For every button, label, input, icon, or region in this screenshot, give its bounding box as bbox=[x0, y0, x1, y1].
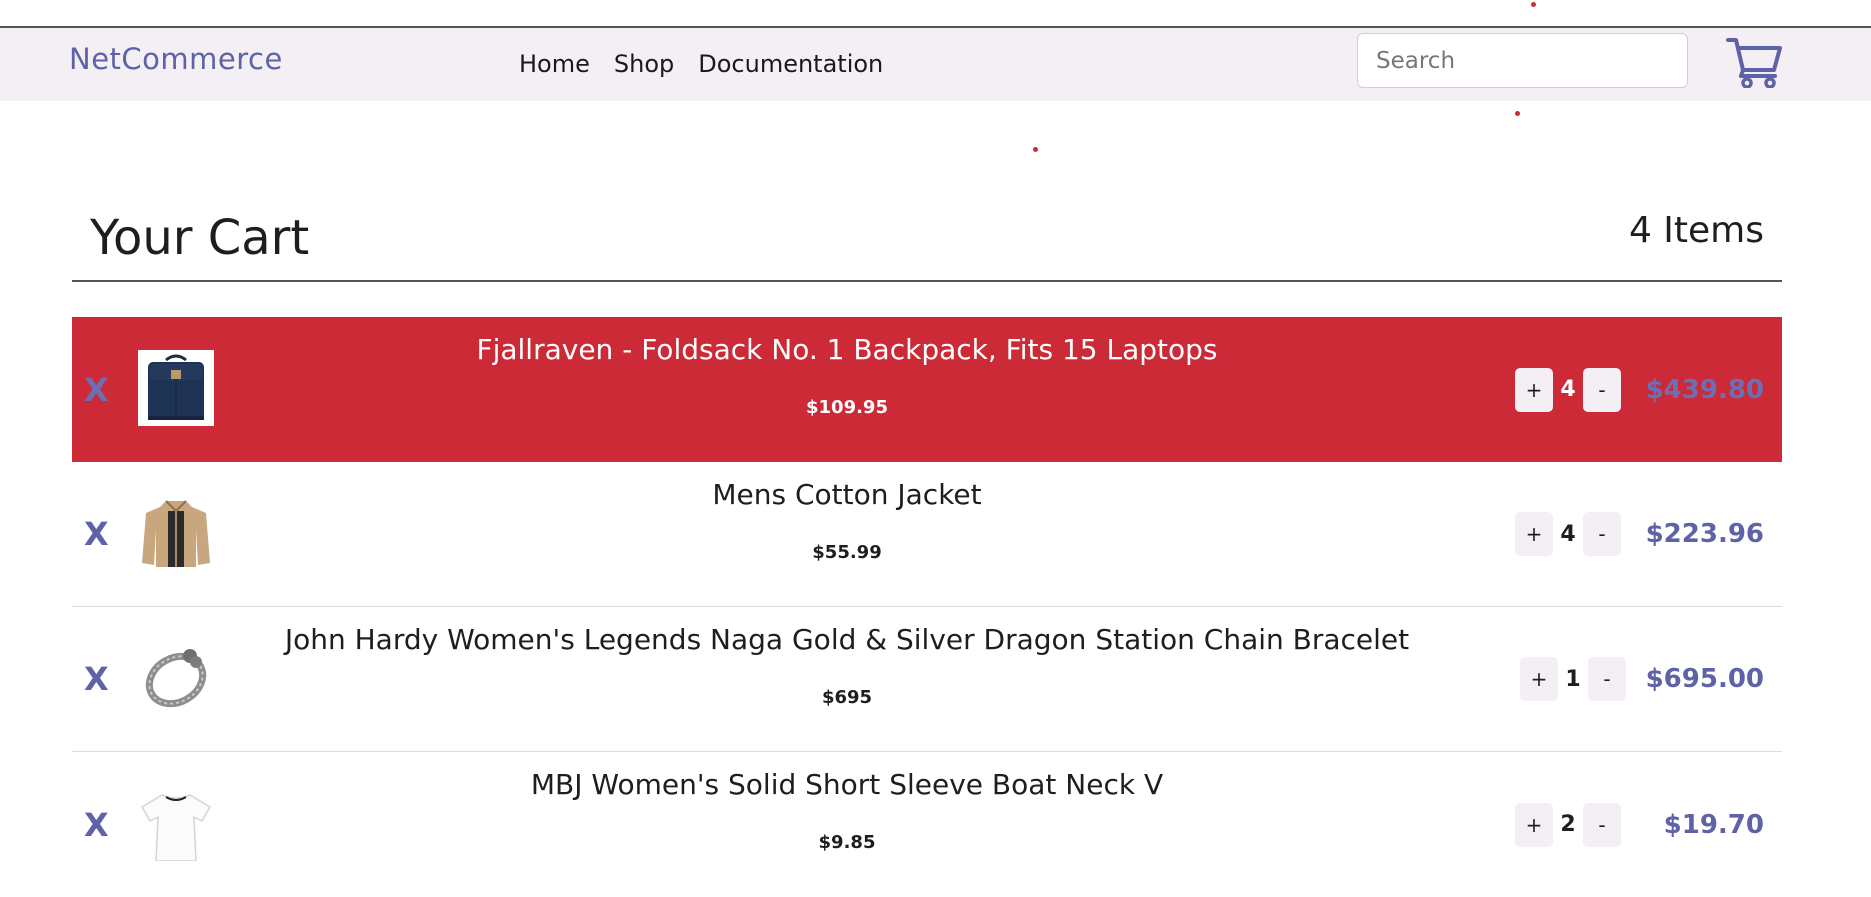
item-name[interactable]: Mens Cotton Jacket bbox=[252, 478, 1442, 511]
quantity-value: 2 bbox=[1560, 812, 1576, 837]
item-info: Fjallraven - Foldsack No. 1 Backpack, Fi… bbox=[252, 317, 1442, 462]
shirt-image[interactable] bbox=[138, 785, 214, 861]
nav-documentation[interactable]: Documentation bbox=[698, 50, 883, 78]
decrease-quantity-button[interactable]: - bbox=[1583, 802, 1621, 847]
backpack-icon bbox=[138, 350, 214, 426]
item-name[interactable]: Fjallraven - Foldsack No. 1 Backpack, Fi… bbox=[252, 333, 1442, 366]
increase-quantity-button[interactable]: + bbox=[1520, 657, 1558, 701]
nav-home[interactable]: Home bbox=[519, 50, 590, 78]
line-total: $695.00 bbox=[1645, 664, 1764, 694]
cart-list: X Fjallraven - Foldsack No. 1 Backpack, … bbox=[72, 317, 1782, 897]
item-name[interactable]: John Hardy Women's Legends Naga Gold & S… bbox=[252, 623, 1442, 656]
increase-quantity-button[interactable]: + bbox=[1515, 802, 1553, 847]
cart-row: X Mens Cotton Jacket $55.99 + 4 - $223.9… bbox=[72, 462, 1782, 607]
quantity-stepper: + 4 - bbox=[1515, 512, 1621, 556]
remove-item-button[interactable]: X bbox=[84, 660, 109, 698]
increase-quantity-button[interactable]: + bbox=[1515, 367, 1553, 412]
nav-links: Home Shop Documentation bbox=[519, 50, 907, 78]
item-count: 4 Items bbox=[1628, 210, 1764, 251]
decrease-quantity-button[interactable]: - bbox=[1588, 657, 1626, 701]
cart-row: X Fjallraven - Foldsack No. 1 Backpack, … bbox=[72, 317, 1782, 462]
quantity-stepper: + 1 - bbox=[1520, 657, 1626, 701]
line-total: $223.96 bbox=[1645, 519, 1764, 549]
remove-item-button[interactable]: X bbox=[84, 371, 109, 409]
quantity-value: 1 bbox=[1565, 666, 1581, 692]
backpack-image[interactable] bbox=[138, 350, 214, 426]
navbar: NetCommerce Home Shop Documentation bbox=[0, 28, 1871, 101]
quantity-stepper: + 4 - bbox=[1515, 367, 1621, 412]
cart-row: X MBJ Women's Solid Short Sleeve Boat Ne… bbox=[72, 752, 1782, 897]
red-dot bbox=[1033, 147, 1038, 152]
item-price: $55.99 bbox=[812, 542, 882, 563]
red-dot bbox=[1531, 2, 1536, 7]
cart-row: X John Hardy Women's Legends Naga Gold &… bbox=[72, 607, 1782, 752]
brand-logo[interactable]: NetCommerce bbox=[69, 42, 283, 76]
nav-shop[interactable]: Shop bbox=[614, 50, 674, 78]
quantity-stepper: + 2 - bbox=[1515, 802, 1621, 847]
shopping-cart-icon[interactable] bbox=[1726, 36, 1782, 88]
line-total: $439.80 bbox=[1645, 374, 1764, 405]
quantity-value: 4 bbox=[1560, 521, 1576, 547]
item-name[interactable]: MBJ Women's Solid Short Sleeve Boat Neck… bbox=[252, 768, 1442, 801]
line-total: $19.70 bbox=[1663, 809, 1764, 840]
search-input[interactable] bbox=[1357, 33, 1688, 88]
item-price: $9.85 bbox=[818, 832, 876, 853]
page-title: Your Cart bbox=[90, 210, 310, 266]
increase-quantity-button[interactable]: + bbox=[1515, 512, 1553, 556]
decrease-quantity-button[interactable]: - bbox=[1583, 512, 1621, 556]
item-info: John Hardy Women's Legends Naga Gold & S… bbox=[252, 607, 1442, 752]
shirt-icon bbox=[140, 794, 212, 861]
quantity-value: 4 bbox=[1560, 377, 1576, 402]
bracelet-icon bbox=[145, 649, 207, 708]
remove-item-button[interactable]: X bbox=[84, 806, 109, 844]
remove-item-button[interactable]: X bbox=[84, 515, 109, 553]
item-price: $109.95 bbox=[806, 397, 888, 418]
cart-header: Your Cart 4 Items bbox=[72, 200, 1782, 282]
item-price: $695 bbox=[821, 687, 873, 708]
item-info: MBJ Women's Solid Short Sleeve Boat Neck… bbox=[252, 752, 1442, 897]
item-info: Mens Cotton Jacket $55.99 bbox=[252, 462, 1442, 607]
bracelet-image[interactable] bbox=[138, 640, 214, 716]
jacket-image[interactable] bbox=[138, 495, 214, 571]
decrease-quantity-button[interactable]: - bbox=[1583, 367, 1621, 412]
red-dot bbox=[1515, 111, 1520, 116]
jacket-icon bbox=[142, 500, 210, 567]
